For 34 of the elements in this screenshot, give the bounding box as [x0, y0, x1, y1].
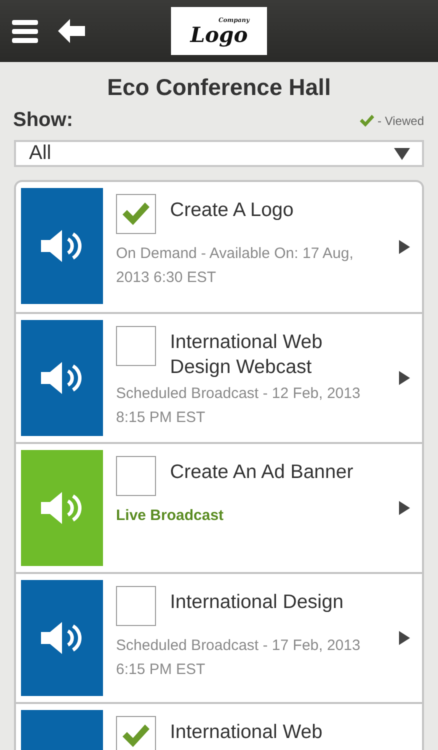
viewed-checkbox[interactable]	[116, 194, 156, 234]
checkmark-icon	[121, 723, 151, 749]
session-row[interactable]: International Web	[16, 702, 422, 750]
session-title: International Design	[170, 590, 344, 615]
legend-text: - Viewed	[378, 114, 424, 128]
checkmark-icon	[121, 201, 151, 227]
chevron-right-icon	[398, 240, 410, 254]
caret-icon	[394, 148, 410, 160]
logo-text: Logo	[190, 24, 248, 44]
session-schedule: Scheduled Broadcast - 12 Feb, 2013 8:15 PM EST	[116, 384, 362, 428]
page-title: Eco Conference Hall	[106, 74, 332, 101]
chevron-right-icon	[398, 371, 410, 385]
session-title: Create A Logo	[170, 198, 295, 223]
back-arrow-icon[interactable]	[58, 19, 86, 43]
viewed-checkbox[interactable]	[116, 456, 156, 496]
viewed-checkbox[interactable]	[116, 586, 156, 626]
menu-icon[interactable]	[12, 19, 38, 43]
session-row[interactable]: Create An Ad Banner Live Broadcast	[16, 442, 422, 572]
live-status: Live Broadcast	[116, 506, 225, 526]
session-row[interactable]: International Design Scheduled Broadcast - 17 Feb, 2013 6:15 PM EST	[16, 572, 422, 702]
checkmark-icon	[358, 114, 375, 128]
session-title: International Web	[170, 720, 324, 745]
session-schedule: Scheduled Broadcast - 17 Feb, 2013 6:15 PM EST	[116, 636, 362, 680]
session-title: International Web Design Webcast	[170, 330, 324, 380]
session-title: Create An Ad Banner	[170, 460, 354, 485]
show-label: Show:	[13, 109, 73, 132]
viewed-checkbox[interactable]	[116, 326, 156, 366]
filter-dropdown[interactable]: All	[14, 140, 424, 167]
session-row[interactable]: Create A Logo On Demand - Available On: 17 Aug, 2013 6:30 EST	[16, 182, 422, 312]
session-schedule: On Demand - Available On: 17 Aug, 2013 6:30 EST	[116, 244, 354, 288]
chevron-right-icon	[398, 501, 410, 515]
session-row[interactable]: International Web Design Webcast Scheduled Broadcast - 12 Feb, 2013 8:15 PM EST	[16, 312, 422, 442]
viewed-checkbox[interactable]	[116, 716, 156, 750]
chevron-right-icon	[398, 631, 410, 645]
